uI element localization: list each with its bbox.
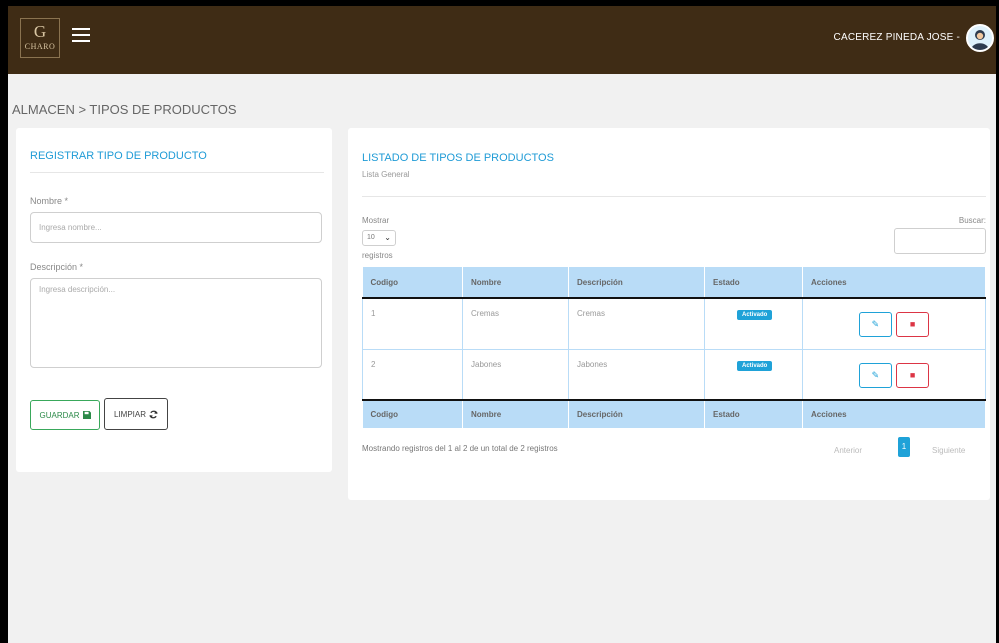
listing-title: LISTADO DE TIPOS DE PRODUCTOS <box>362 152 554 164</box>
app-frame: G CHARO CACEREZ PINEDA JOSE - ALMACEN > … <box>8 6 996 643</box>
breadcrumb: ALMACEN > TIPOS DE PRODUCTOS <box>12 102 237 117</box>
menu-icon[interactable] <box>72 28 90 44</box>
column-header[interactable]: Descripción <box>568 267 705 299</box>
pagination-page-1[interactable]: 1 <box>898 437 910 457</box>
delete-icon: ■ <box>909 319 916 329</box>
clear-button-label: LIMPIAR <box>113 409 146 419</box>
search-input[interactable] <box>894 228 986 254</box>
delete-icon: ■ <box>909 369 916 380</box>
column-footer: Codigo <box>362 399 463 428</box>
delete-button[interactable]: ■ <box>896 362 930 388</box>
cell-actions: ✎ ■ <box>802 298 986 350</box>
records-label: registros <box>362 251 393 260</box>
search-label: Buscar: <box>958 216 986 225</box>
column-header[interactable]: Nombre <box>462 267 569 299</box>
description-label: Descripción * <box>30 262 84 272</box>
table-row: 2 Jabones Jabones Activado ✎ ■ <box>362 349 986 401</box>
logo-mark: G <box>33 22 47 41</box>
page-size-select[interactable]: 10 ⌄ <box>362 230 396 246</box>
listing-card: LISTADO DE TIPOS DE PRODUCTOS Lista Gene… <box>348 128 990 500</box>
table-header-row: Codigo Nombre Descripción Estado Accione… <box>362 267 986 299</box>
column-header[interactable]: Estado <box>704 267 803 299</box>
cell-descripcion: Jabones <box>568 349 705 401</box>
edit-button[interactable]: ✎ <box>858 312 892 337</box>
delete-button[interactable]: ■ <box>896 312 930 337</box>
user-name[interactable]: CACEREZ PINEDA JOSE - <box>834 32 960 43</box>
cell-codigo: 1 <box>362 298 463 350</box>
table-footer-row: Codigo Nombre Descripción Estado Accione… <box>362 399 986 428</box>
clear-button[interactable]: LIMPIAR <box>104 398 168 430</box>
status-badge: Activado <box>737 310 773 320</box>
save-icon <box>82 411 91 419</box>
cell-actions: ✎ ■ <box>802 349 986 401</box>
listing-subtitle: Lista General <box>362 170 410 179</box>
cell-codigo: 2 <box>362 349 463 401</box>
column-header[interactable]: Codigo <box>362 267 463 299</box>
cell-nombre: Cremas <box>462 298 569 350</box>
page-size-value: 10 <box>367 234 375 241</box>
show-label: Mostrar <box>362 216 390 225</box>
logo-text: CHARO <box>24 42 56 51</box>
pagination-previous[interactable]: Anterior <box>834 446 862 455</box>
cell-descripcion: Cremas <box>568 298 705 350</box>
edit-icon: ✎ <box>871 369 880 380</box>
column-footer: Descripción <box>568 399 705 428</box>
edit-icon: ✎ <box>871 319 880 329</box>
divider <box>362 196 986 197</box>
pagination-next[interactable]: Siguiente <box>932 446 965 455</box>
cell-nombre: Jabones <box>462 349 569 401</box>
status-badge: Activado <box>737 360 773 371</box>
top-navbar: G CHARO CACEREZ PINEDA JOSE - <box>8 6 996 74</box>
column-header: Acciones <box>802 267 986 299</box>
edit-button[interactable]: ✎ <box>858 362 892 388</box>
refresh-icon <box>149 410 158 418</box>
column-footer: Nombre <box>462 399 569 428</box>
cell-estado: Activado <box>704 298 803 350</box>
name-input[interactable] <box>30 212 322 243</box>
save-button-label: GUARDAR <box>39 410 80 420</box>
form-title: REGISTRAR TIPO DE PRODUCTO <box>30 150 207 162</box>
column-footer: Estado <box>704 399 803 428</box>
register-form-card: REGISTRAR TIPO DE PRODUCTO Nombre * Desc… <box>16 128 332 472</box>
name-label: Nombre * <box>30 196 69 206</box>
table-row: 1 Cremas Cremas Activado ✎ ■ <box>362 298 986 350</box>
product-types-table: Codigo Nombre Descripción Estado Accione… <box>362 267 986 428</box>
brand-logo[interactable]: G CHARO <box>20 18 60 58</box>
column-footer: Acciones <box>802 399 986 428</box>
divider <box>30 172 324 173</box>
table-info: Mostrando registros del 1 al 2 de un tot… <box>362 444 558 453</box>
user-avatar-icon[interactable] <box>966 24 994 52</box>
cell-estado: Activado <box>704 349 803 401</box>
save-button[interactable]: GUARDAR <box>30 400 100 430</box>
chevron-down-icon: ⌄ <box>384 233 391 242</box>
description-textarea[interactable] <box>30 278 322 368</box>
